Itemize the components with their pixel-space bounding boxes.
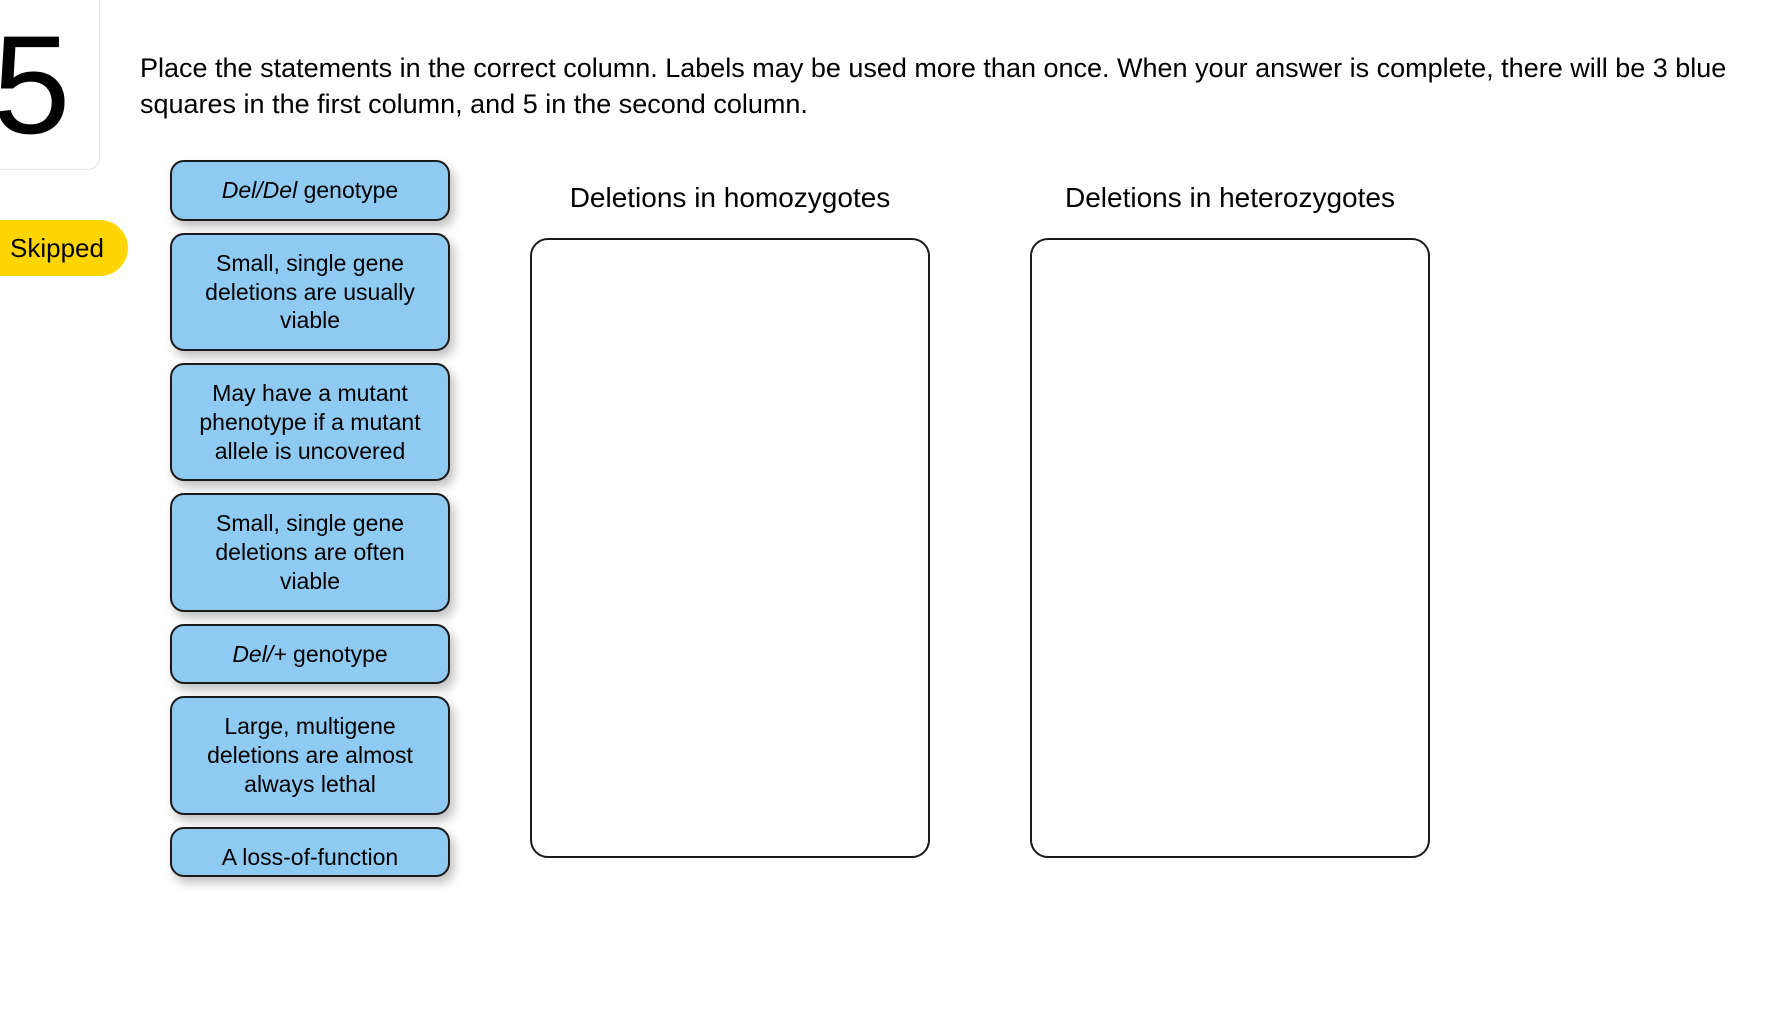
- status-badge[interactable]: Skipped: [0, 220, 128, 276]
- draggable-label[interactable]: Del/Del genotype: [170, 160, 450, 221]
- labels-column: Del/Del genotype Small, single gene dele…: [170, 160, 450, 1016]
- label-text: Large, multigene deletions are almost al…: [207, 713, 413, 797]
- label-text: Small, single gene deletions are often v…: [215, 510, 404, 594]
- label-text: A loss-of-function: [222, 844, 398, 870]
- draggable-label[interactable]: Small, single gene deletions are usually…: [170, 233, 450, 351]
- dropzone-heterozygotes[interactable]: [1030, 238, 1430, 858]
- target-column-homozygotes: Deletions in homozygotes: [530, 180, 930, 1016]
- status-label: Skipped: [10, 233, 104, 264]
- draggable-label[interactable]: Small, single gene deletions are often v…: [170, 493, 450, 611]
- draggable-label[interactable]: A loss-of-function: [170, 827, 450, 878]
- draggable-label[interactable]: Large, multigene deletions are almost al…: [170, 696, 450, 814]
- drag-drop-area: Del/Del genotype Small, single gene dele…: [170, 160, 1748, 1016]
- label-text: genotype: [287, 641, 388, 667]
- target-columns: Deletions in homozygotes Deletions in he…: [530, 160, 1748, 1016]
- question-page: 5 Skipped Place the statements in the co…: [0, 0, 1768, 1016]
- question-number-box: 5: [0, 0, 100, 170]
- label-italic: Del/Del: [222, 177, 297, 203]
- label-text: May have a mutant phenotype if a mutant …: [199, 380, 420, 464]
- label-text: genotype: [297, 177, 398, 203]
- target-title: Deletions in homozygotes: [570, 180, 891, 216]
- label-italic: Del/+: [232, 641, 286, 667]
- question-number: 5: [0, 15, 70, 155]
- label-text: Small, single gene deletions are usually…: [205, 250, 415, 334]
- draggable-label[interactable]: Del/+ genotype: [170, 624, 450, 685]
- target-column-heterozygotes: Deletions in heterozygotes: [1030, 180, 1430, 1016]
- target-title: Deletions in heterozygotes: [1065, 180, 1395, 216]
- question-instructions: Place the statements in the correct colu…: [140, 50, 1748, 123]
- dropzone-homozygotes[interactable]: [530, 238, 930, 858]
- draggable-label[interactable]: May have a mutant phenotype if a mutant …: [170, 363, 450, 481]
